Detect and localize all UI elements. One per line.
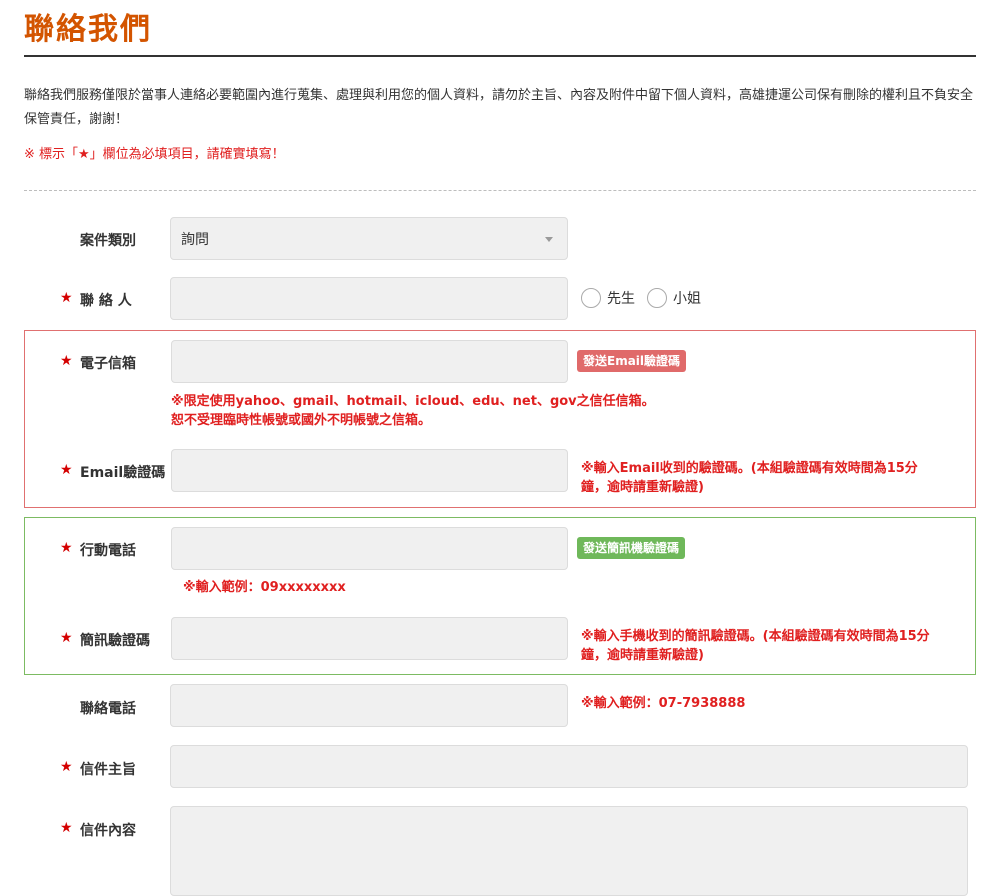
- case-type-select[interactable]: 詢問: [170, 217, 568, 260]
- title-radio-group: 先生 小姐: [581, 288, 713, 308]
- radio-mr[interactable]: 先生: [581, 288, 635, 308]
- radio-ms-label: 小姐: [673, 291, 701, 307]
- phone-input[interactable]: [170, 684, 568, 727]
- email-label: 電子信箱: [80, 356, 136, 372]
- sms-code-hint-1: ※輸入手機收到的簡訊驗證碼。(本組驗證碼有效時間為15分: [581, 629, 930, 644]
- required-star: ★: [60, 540, 73, 556]
- email-code-label: Email驗證碼: [80, 465, 166, 481]
- subject-input[interactable]: [170, 745, 968, 788]
- section-divider: [24, 190, 976, 191]
- radio-circle-icon: [647, 288, 667, 308]
- required-star: ★: [60, 290, 73, 306]
- page-title: 聯絡我們: [24, 12, 152, 47]
- email-hint-2: 恕不受理臨時性帳號或國外不明帳號之信箱。: [171, 413, 432, 428]
- mobile-label: 行動電話: [80, 543, 136, 559]
- email-hint-1: ※限定使用yahoo、gmail、hotmail、icloud、edu、net、…: [171, 394, 655, 409]
- case-type-label: 案件類別: [80, 233, 136, 249]
- radio-mr-label: 先生: [607, 291, 635, 307]
- required-note: ※ 標示「★」欄位為必填項目，請確實填寫！: [24, 147, 285, 162]
- content-label: 信件內容: [80, 823, 136, 839]
- send-email-code-button[interactable]: 發送Email驗證碼: [577, 350, 687, 372]
- radio-circle-icon: [581, 288, 601, 308]
- send-sms-code-button[interactable]: 發送簡訊機驗證碼: [577, 537, 686, 559]
- email-code-hint-1: ※輸入Email收到的驗證碼。(本組驗證碼有效時間為15分: [581, 461, 918, 476]
- required-star: ★: [60, 759, 73, 775]
- mobile-input[interactable]: [171, 527, 568, 570]
- title-divider: [24, 55, 976, 57]
- sms-code-hint-2: 鐘，逾時請重新驗證): [581, 648, 704, 663]
- phone-hint: ※輸入範例：07-7938888: [581, 696, 746, 711]
- required-star: ★: [60, 630, 73, 646]
- radio-ms[interactable]: 小姐: [647, 288, 701, 308]
- contact-person-label: 聯 絡 人: [80, 293, 132, 309]
- email-code-input[interactable]: [171, 449, 568, 492]
- required-star: ★: [60, 462, 73, 478]
- required-star: ★: [60, 820, 73, 836]
- subject-label: 信件主旨: [80, 762, 136, 778]
- mobile-hint: ※輸入範例：09xxxxxxxx: [183, 580, 346, 595]
- sms-code-label: 簡訊驗證碼: [80, 633, 150, 649]
- email-code-hint-2: 鐘，逾時請重新驗證): [581, 480, 704, 495]
- phone-label: 聯絡電話: [80, 701, 136, 717]
- required-star: ★: [60, 353, 73, 369]
- email-input[interactable]: [171, 340, 568, 383]
- case-type-value: 詢問: [181, 231, 209, 248]
- chevron-down-icon: [545, 237, 553, 242]
- contact-person-input[interactable]: [170, 277, 568, 320]
- sms-code-input[interactable]: [171, 617, 568, 660]
- intro-text: 聯絡我們服務僅限於當事人連絡必要範圍內進行蒐集、處理與利用您的個人資料，請勿於主…: [24, 88, 974, 127]
